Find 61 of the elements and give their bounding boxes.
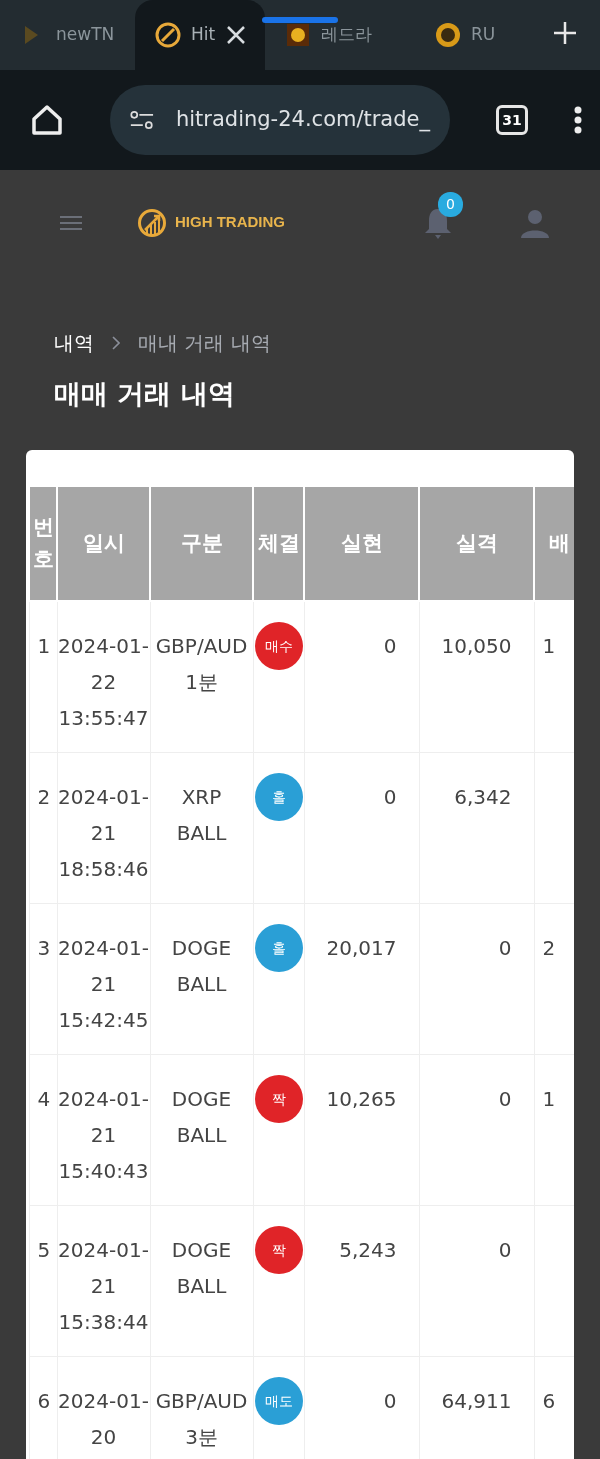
breadcrumb-item: 매내 거래 내역: [138, 330, 271, 357]
column-header: 일시: [57, 487, 150, 602]
browser-tab[interactable]: RU: [415, 0, 600, 70]
table-cell: 2: [29, 752, 57, 904]
table-cell: 2024-01-21 15:42:45: [57, 903, 150, 1055]
table-cell: DOGE BALL: [150, 1054, 253, 1206]
favicon-icon: [155, 22, 181, 48]
close-icon[interactable]: [225, 24, 248, 46]
table-cell: 1: [29, 601, 57, 753]
browser-tab[interactable]: newTN: [0, 0, 135, 70]
logo[interactable]: HIGH TRADING: [137, 207, 285, 238]
column-header: 번호: [32, 514, 54, 573]
favicon-icon: [285, 22, 311, 48]
table-cell: 10,050: [419, 601, 534, 753]
table-cell: 6: [29, 1356, 57, 1459]
more-icon[interactable]: [574, 106, 582, 134]
address-bar[interactable]: hitrading-24.com/trade_: [110, 85, 450, 155]
column-header: 구분: [150, 487, 253, 602]
status-badge: 홀: [254, 923, 303, 972]
status-badge: 짝: [254, 1225, 303, 1274]
table-cell: DOGE BALL: [150, 1205, 253, 1357]
table-cell: 0: [304, 752, 419, 904]
table-cell: XRP BALL: [150, 752, 253, 904]
notification-badge: 0: [438, 191, 463, 217]
column-header: 배: [534, 487, 574, 602]
table-cell: 5,243: [304, 1205, 419, 1357]
table-cell: GBP/AUD 1분: [150, 601, 253, 753]
table-cell: 2024-01-21 15:38:44: [57, 1205, 150, 1357]
table-cell: 2024-01-20: [57, 1356, 150, 1459]
table-cell: 20,017: [304, 903, 419, 1055]
table-cell: 0: [419, 1054, 534, 1206]
table-cell: 2024-01-21 18:58:46: [57, 752, 150, 904]
table-cell: 0: [419, 903, 534, 1055]
column-header: 실현: [304, 487, 419, 602]
table-cell: 4: [29, 1054, 57, 1206]
favicon-icon: [435, 22, 461, 48]
browser-tab[interactable]: Hit: [135, 0, 265, 70]
table-cell: 0: [304, 601, 419, 753]
logo-icon: [137, 207, 167, 238]
status-badge: 매수: [254, 622, 303, 671]
tab-count-button[interactable]: 31: [496, 105, 528, 135]
browser-tab[interactable]: 레드라: [265, 0, 415, 70]
table-cell: 2024-01-22 13:55:47: [57, 601, 150, 753]
chevron-icon: [112, 336, 120, 350]
table-cell: 3: [29, 903, 57, 1055]
new-tab-icon[interactable]: [552, 20, 578, 46]
table-cell: 6,342: [419, 752, 534, 904]
breadcrumb-item[interactable]: 내역: [54, 328, 94, 358]
page-title: 매매 거래 내역: [53, 377, 236, 411]
table-cell: 0: [419, 1205, 534, 1357]
status-badge: 홀: [254, 772, 303, 821]
home-icon[interactable]: [30, 103, 64, 137]
table-cell: 2024-01-21 15:40:43: [57, 1054, 150, 1206]
tune-icon[interactable]: [130, 109, 154, 131]
column-header: 체결: [253, 487, 304, 602]
table-cell: DOGE BALL: [150, 903, 253, 1055]
table-cell: 5: [29, 1205, 57, 1357]
column-header: 실격: [419, 487, 534, 602]
status-badge: 짝: [254, 1074, 303, 1123]
table-cell: 10,265: [304, 1054, 419, 1206]
status-badge: 매도: [254, 1376, 303, 1425]
